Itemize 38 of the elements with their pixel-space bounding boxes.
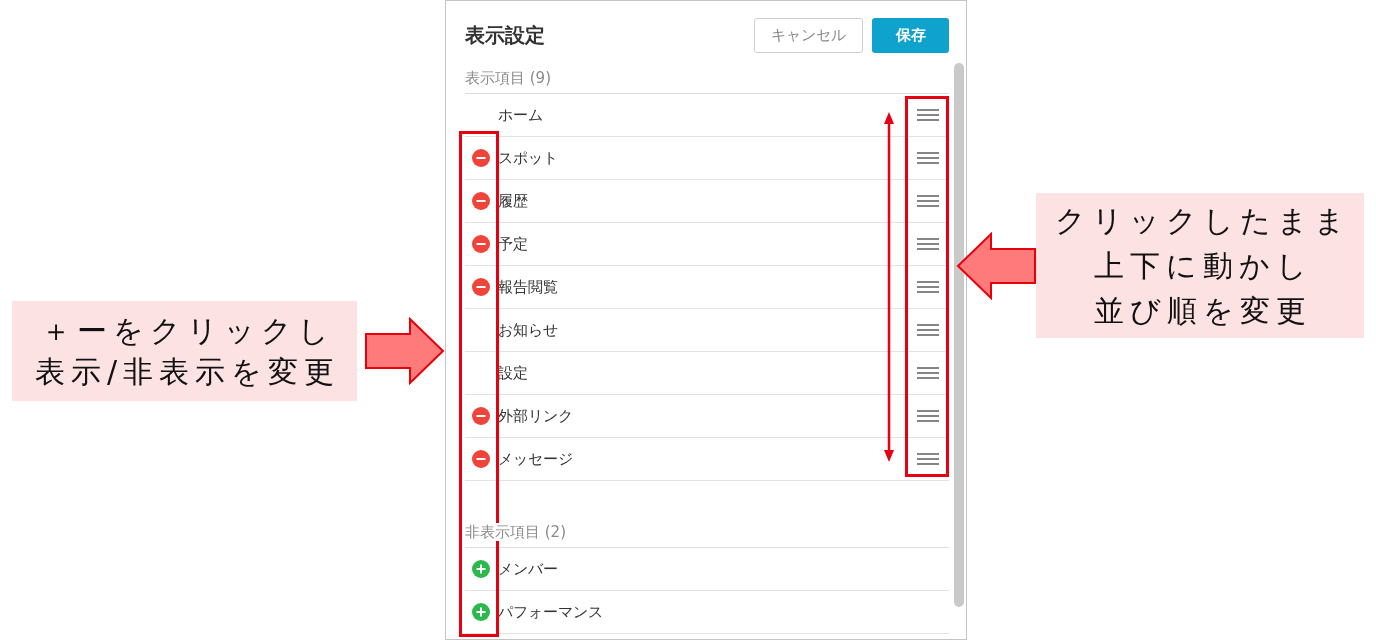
drag-handle-icon[interactable] xyxy=(917,410,939,422)
callout-text: 表示/非表示を変更 xyxy=(33,353,341,391)
callout-text: クリックしたまま xyxy=(1054,202,1351,240)
plus-circle-icon[interactable] xyxy=(472,560,490,578)
callout-text: 並び順を変更 xyxy=(1093,292,1312,330)
menu-item-label: スポット xyxy=(498,148,559,168)
drag-handle-icon[interactable] xyxy=(917,238,939,250)
drag-handle-icon[interactable] xyxy=(917,195,939,207)
menu-item-label: 予定 xyxy=(498,234,529,254)
menu-item-label: お知らせ xyxy=(498,320,559,340)
menu-item-label: 外部リンク xyxy=(498,406,574,426)
minus-circle-icon[interactable] xyxy=(472,278,490,296)
drag-handle-icon[interactable] xyxy=(917,453,939,465)
minus-circle-icon[interactable] xyxy=(472,407,490,425)
minus-circle-icon[interactable] xyxy=(472,149,490,167)
drag-handle-icon[interactable] xyxy=(917,109,939,121)
callout-text: 上下に動かし xyxy=(1092,247,1313,285)
plus-circle-icon[interactable] xyxy=(472,603,490,621)
section-heading: 表示項目 (9) xyxy=(465,69,553,87)
minus-circle-icon[interactable] xyxy=(472,192,490,210)
minus-circle-icon[interactable] xyxy=(472,235,490,253)
callout-text: ＋ーをクリックし xyxy=(39,312,335,350)
panel-title: 表示設定 xyxy=(465,22,546,49)
minus-circle-icon[interactable] xyxy=(472,450,490,468)
drag-handle-icon[interactable] xyxy=(917,324,939,336)
menu-item-label: メンバー xyxy=(498,559,559,579)
menu-item-label: パフォーマンス xyxy=(498,602,604,622)
menu-item-label: ホーム xyxy=(498,105,544,125)
menu-item-label: 履歴 xyxy=(498,191,529,211)
section-heading: 非表示項目 (2) xyxy=(465,523,568,541)
drag-handle-icon[interactable] xyxy=(917,152,939,164)
cancel-button[interactable]: キャンセル xyxy=(754,18,863,53)
drag-handle-icon[interactable] xyxy=(917,281,939,293)
scrollbar-thumb[interactable] xyxy=(954,63,964,607)
menu-item-label: メッセージ xyxy=(498,449,574,469)
menu-item-label: 報告閲覧 xyxy=(498,277,559,297)
save-button[interactable]: 保存 xyxy=(872,18,949,53)
drag-handle-icon[interactable] xyxy=(917,367,939,379)
